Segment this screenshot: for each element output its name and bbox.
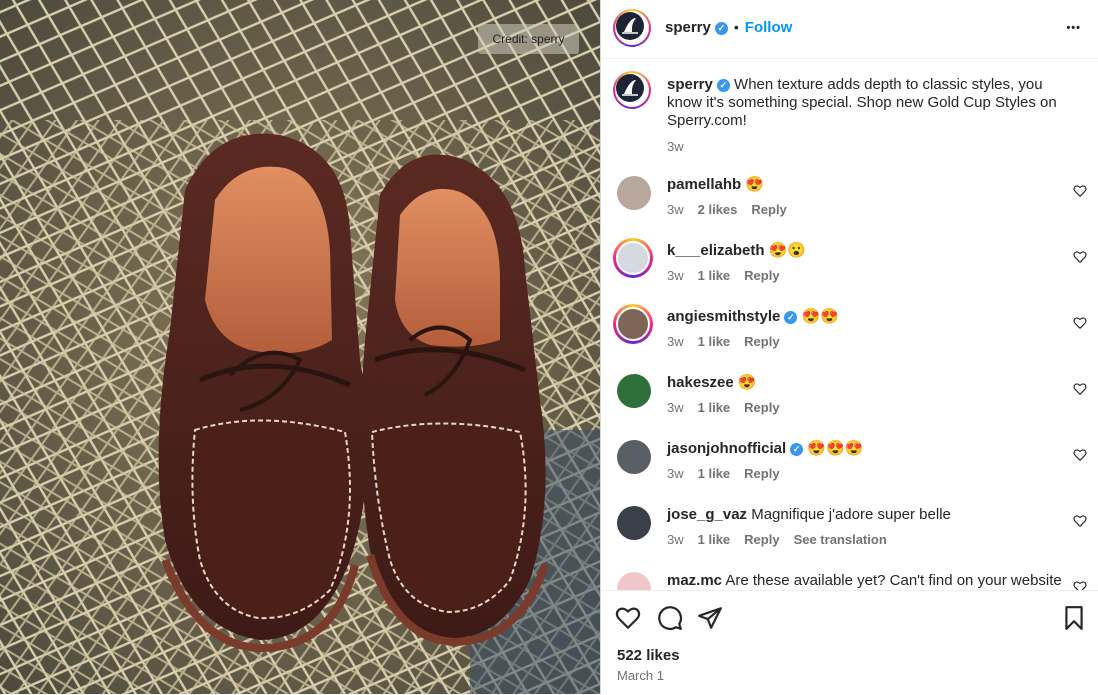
comment-like-heart-icon[interactable] [1073, 184, 1087, 198]
separator-dot: • [733, 19, 739, 35]
commenter-avatar[interactable] [617, 176, 651, 210]
likes-count[interactable]: 522 likes [617, 647, 680, 664]
shoe-photo-illustration [0, 0, 600, 694]
comment-text: 😍😍 [801, 308, 839, 325]
commenter-avatar[interactable] [617, 374, 651, 408]
comment-username[interactable]: hakeszee [667, 374, 734, 391]
author-avatar[interactable] [613, 9, 651, 47]
comment-like-heart-icon[interactable] [1073, 448, 1087, 462]
comment-time: 3w [667, 532, 684, 547]
comment-likes[interactable]: 1 like [698, 334, 731, 349]
comment-time: 3w [667, 268, 684, 283]
comment-like-heart-icon[interactable] [1073, 580, 1087, 590]
comment-item: k___elizabeth 😍😮 3w 1 like Reply [601, 238, 1098, 308]
comment-item: jasonjohnofficial ✓ 😍😍😍 3w 1 like Reply [601, 440, 1098, 506]
post-date: March 1 [617, 668, 664, 683]
reply-button[interactable]: Reply [744, 268, 779, 283]
comment-likes[interactable]: 1 like [698, 400, 731, 415]
commenter-avatar[interactable] [613, 238, 653, 278]
post-caption: sperry ✓ When texture adds depth to class… [667, 76, 1077, 156]
comment-item: angiesmithstyle ✓ 😍😍 3w 1 like Reply [601, 304, 1098, 374]
comment-username[interactable]: pamellahb [667, 176, 741, 193]
sperry-logo-icon [616, 74, 644, 102]
comment-text: 😍 [745, 176, 765, 193]
comment-username[interactable]: jose_g_vaz [667, 506, 747, 523]
comment-item: hakeszee 😍 3w 1 like Reply [601, 374, 1098, 440]
comment-like-heart-icon[interactable] [1073, 514, 1087, 528]
comment-username[interactable]: jasonjohnofficial [667, 440, 786, 457]
reply-button[interactable]: Reply [744, 466, 779, 481]
right-shoe [361, 154, 549, 647]
comment-time: 3w [667, 466, 684, 481]
commenter-avatar[interactable] [617, 506, 651, 540]
like-heart-icon[interactable] [615, 605, 641, 631]
see-translation-button[interactable]: See translation [794, 532, 887, 547]
comment-icon[interactable] [657, 605, 683, 631]
comment-username[interactable]: k___elizabeth [667, 242, 765, 259]
post-header: sperry ✓ • Follow ••• [601, 0, 1098, 59]
photo-credit-tag[interactable]: Credit: sperry [478, 24, 579, 54]
comment-like-heart-icon[interactable] [1073, 250, 1087, 264]
comment-likes[interactable]: 1 like [698, 532, 731, 547]
reply-button[interactable]: Reply [744, 400, 779, 415]
reply-button[interactable]: Reply [744, 334, 779, 349]
commenter-avatar[interactable] [613, 304, 653, 344]
comment-item: maz.mc Are these available yet? Can't fi… [601, 572, 1098, 590]
bookmark-icon[interactable] [1061, 605, 1087, 631]
comment-like-heart-icon[interactable] [1073, 316, 1087, 330]
comment-time: 3w [667, 334, 684, 349]
verified-icon: ✓ [784, 311, 798, 324]
author-username[interactable]: sperry [665, 19, 711, 36]
caption-time: 3w [667, 139, 684, 154]
comment-likes[interactable]: 1 like [698, 466, 731, 481]
comment-text: 😍 [737, 374, 757, 391]
comment-time: 3w [667, 202, 684, 217]
comment-time: 3w [667, 400, 684, 415]
caption-username[interactable]: sperry [667, 76, 713, 93]
comment-username[interactable]: angiesmithstyle [667, 308, 780, 325]
post-photo[interactable]: Credit: sperry [0, 0, 600, 694]
commenter-avatar[interactable] [617, 572, 651, 590]
comment-likes[interactable]: 1 like [698, 268, 731, 283]
verified-icon: ✓ [714, 22, 728, 35]
left-shoe [158, 133, 368, 653]
comment-text: Are these available yet? Can't find on y… [725, 572, 1062, 589]
comment-item: jose_g_vaz Magnifique j'adore super bell… [601, 506, 1098, 572]
verified-icon: ✓ [790, 443, 804, 456]
comment-like-heart-icon[interactable] [1073, 382, 1087, 396]
follow-button[interactable]: Follow [745, 19, 793, 36]
post-actions: 522 likes March 1 [601, 590, 1098, 695]
comment-text: 😍😮 [768, 242, 807, 259]
reply-button[interactable]: Reply [744, 532, 779, 547]
share-icon[interactable] [697, 605, 723, 631]
comments-list[interactable]: pamellahb 😍 3w 2 likes Reply k___elizabeth… [601, 176, 1098, 590]
reply-button[interactable]: Reply [751, 202, 786, 217]
commenter-avatar[interactable] [617, 440, 651, 474]
comment-username[interactable]: maz.mc [667, 572, 722, 589]
comment-text: Magnifique j'adore super belle [751, 506, 951, 523]
caption-author-avatar[interactable] [613, 71, 651, 109]
post-side-panel: sperry ✓ • Follow ••• sperry ✓ When texture … [600, 0, 1098, 694]
more-options-icon[interactable]: ••• [1066, 14, 1081, 37]
comment-text: 😍😍😍 [807, 440, 864, 457]
verified-icon: ✓ [716, 79, 730, 92]
comment-likes[interactable]: 2 likes [698, 202, 738, 217]
sperry-logo-icon [616, 12, 644, 40]
comment-item: pamellahb 😍 3w 2 likes Reply [601, 176, 1098, 242]
more-options-label: ••• [1066, 22, 1081, 34]
